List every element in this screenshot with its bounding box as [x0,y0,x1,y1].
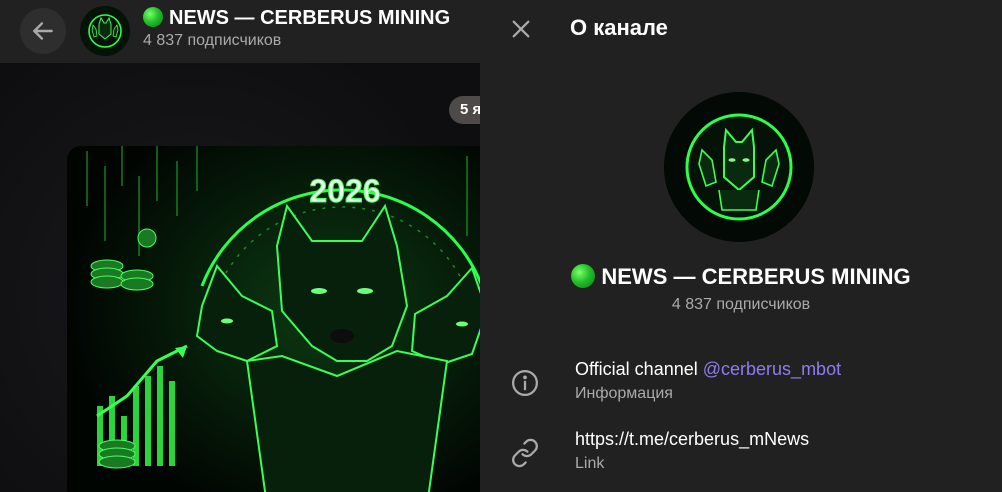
chat-title[interactable]: NEWS — CERBERUS MINING [143,6,480,30]
arrow-left-icon [33,22,53,40]
bot-mention-link[interactable]: @cerberus_mbot [703,359,841,379]
link-row[interactable]: https://t.me/cerberus_mNews Link [480,424,1002,486]
panel-title: О канале [570,15,668,40]
channel-link[interactable]: https://t.me/cerberus_mNews [575,426,992,452]
year-label: 2026 [309,173,380,209]
chat-subscribers: 4 837 подписчиков [143,32,282,49]
description-label: Информация [575,385,673,402]
chat-title-text: NEWS — CERBERUS MINING [169,7,451,29]
channel-avatar-large[interactable] [664,92,814,242]
info-icon [508,366,542,400]
back-button[interactable] [20,8,66,54]
channel-avatar[interactable] [80,6,130,56]
description-row[interactable]: Official channel @cerberus_mbot Информац… [480,354,1002,416]
green-circle-icon [143,7,163,27]
channel-name: NEWS — CERBERUS MINING [480,262,1002,292]
chat-area: NEWS — CERBERUS MINING 4 837 подписчиков… [0,0,480,492]
green-circle-icon [571,264,596,288]
date-badge: 5 я [449,96,480,124]
channel-name-text: NEWS — CERBERUS MINING [601,264,911,289]
link-icon [508,436,542,470]
post-image[interactable]: 2026 [67,146,480,492]
chat-header[interactable]: NEWS — CERBERUS MINING 4 837 подписчиков [0,0,480,63]
link-label: Link [575,455,605,472]
close-icon [512,20,530,38]
channel-subscribers: 4 837 подписчиков [671,296,811,313]
description-body: Official channel [575,359,703,379]
channel-info-panel: О канале NEWS — CERBERUS MINING 4 837 по… [480,0,1002,492]
description-text: Official channel @cerberus_mbot [575,356,992,382]
close-button[interactable] [504,12,538,46]
